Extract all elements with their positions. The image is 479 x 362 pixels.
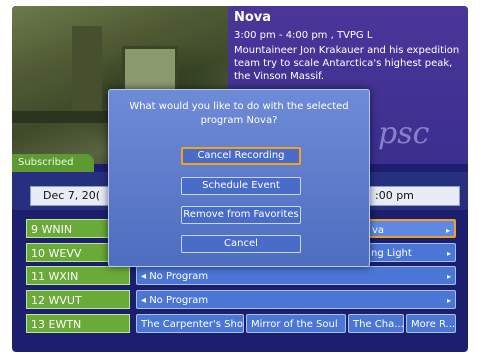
right-arrow-icon: ▸ <box>445 226 450 235</box>
dialog-message-line1: What would you like to do with the selec… <box>129 101 349 112</box>
program-cell-guiding-light[interactable]: ng Light ▸ <box>366 243 456 262</box>
dialog-message-line2: program Nova? <box>200 115 278 126</box>
channel-12-wvut[interactable]: 12 WVUT <box>26 290 130 309</box>
channel-13-ewtn[interactable]: 13 EWTN <box>26 314 130 333</box>
right-arrow-icon: ▸ <box>446 272 451 281</box>
program-time: 3:00 pm - 4:00 pm , TVPG L <box>234 30 373 41</box>
cancel-recording-button[interactable]: Cancel Recording <box>181 147 301 165</box>
program-cell-the-cha[interactable]: The Cha... <box>348 314 404 333</box>
right-arrow-icon: ▸ <box>446 296 451 305</box>
program-label: ◂ No Program <box>141 271 209 282</box>
program-cell-mirror-of-the-soul[interactable]: Mirror of the Soul <box>246 314 346 333</box>
cancel-button[interactable]: Cancel <box>181 235 301 253</box>
program-action-dialog: What would you like to do with the selec… <box>108 89 370 267</box>
program-cell-no-program[interactable]: ◂ No Program ▸ <box>136 290 456 309</box>
program-label: ng Light <box>371 248 412 259</box>
tab-subscribed[interactable]: Subscribed <box>12 154 94 172</box>
remove-from-favorites-button[interactable]: Remove from Favorites <box>181 206 301 224</box>
program-label: ◂ No Program <box>141 295 209 306</box>
time-display: :00 pm <box>368 186 460 206</box>
channel-11-wxin[interactable]: 11 WXIN <box>26 266 130 285</box>
video-scene-shape <box>72 26 102 116</box>
schedule-event-button[interactable]: Schedule Event <box>181 177 301 195</box>
program-cell-nova[interactable]: va ▸ <box>366 219 456 238</box>
program-cell-carpenters-shop[interactable]: The Carpenter's Shop <box>136 314 244 333</box>
right-arrow-icon: ▸ <box>446 249 451 258</box>
program-cell-more[interactable]: More R... <box>406 314 456 333</box>
program-description: Mountaineer Jon Krakauer and his expedit… <box>234 45 460 82</box>
program-label: va <box>372 225 385 236</box>
psc-logo: psc <box>378 116 430 151</box>
program-cell-no-program[interactable]: ◂ No Program ▸ <box>136 266 456 285</box>
dialog-message: What would you like to do with the selec… <box>109 100 369 128</box>
program-title: Nova <box>234 10 272 25</box>
tv-guide-screen: Nova 3:00 pm - 4:00 pm , TVPG L Mountain… <box>12 6 468 352</box>
